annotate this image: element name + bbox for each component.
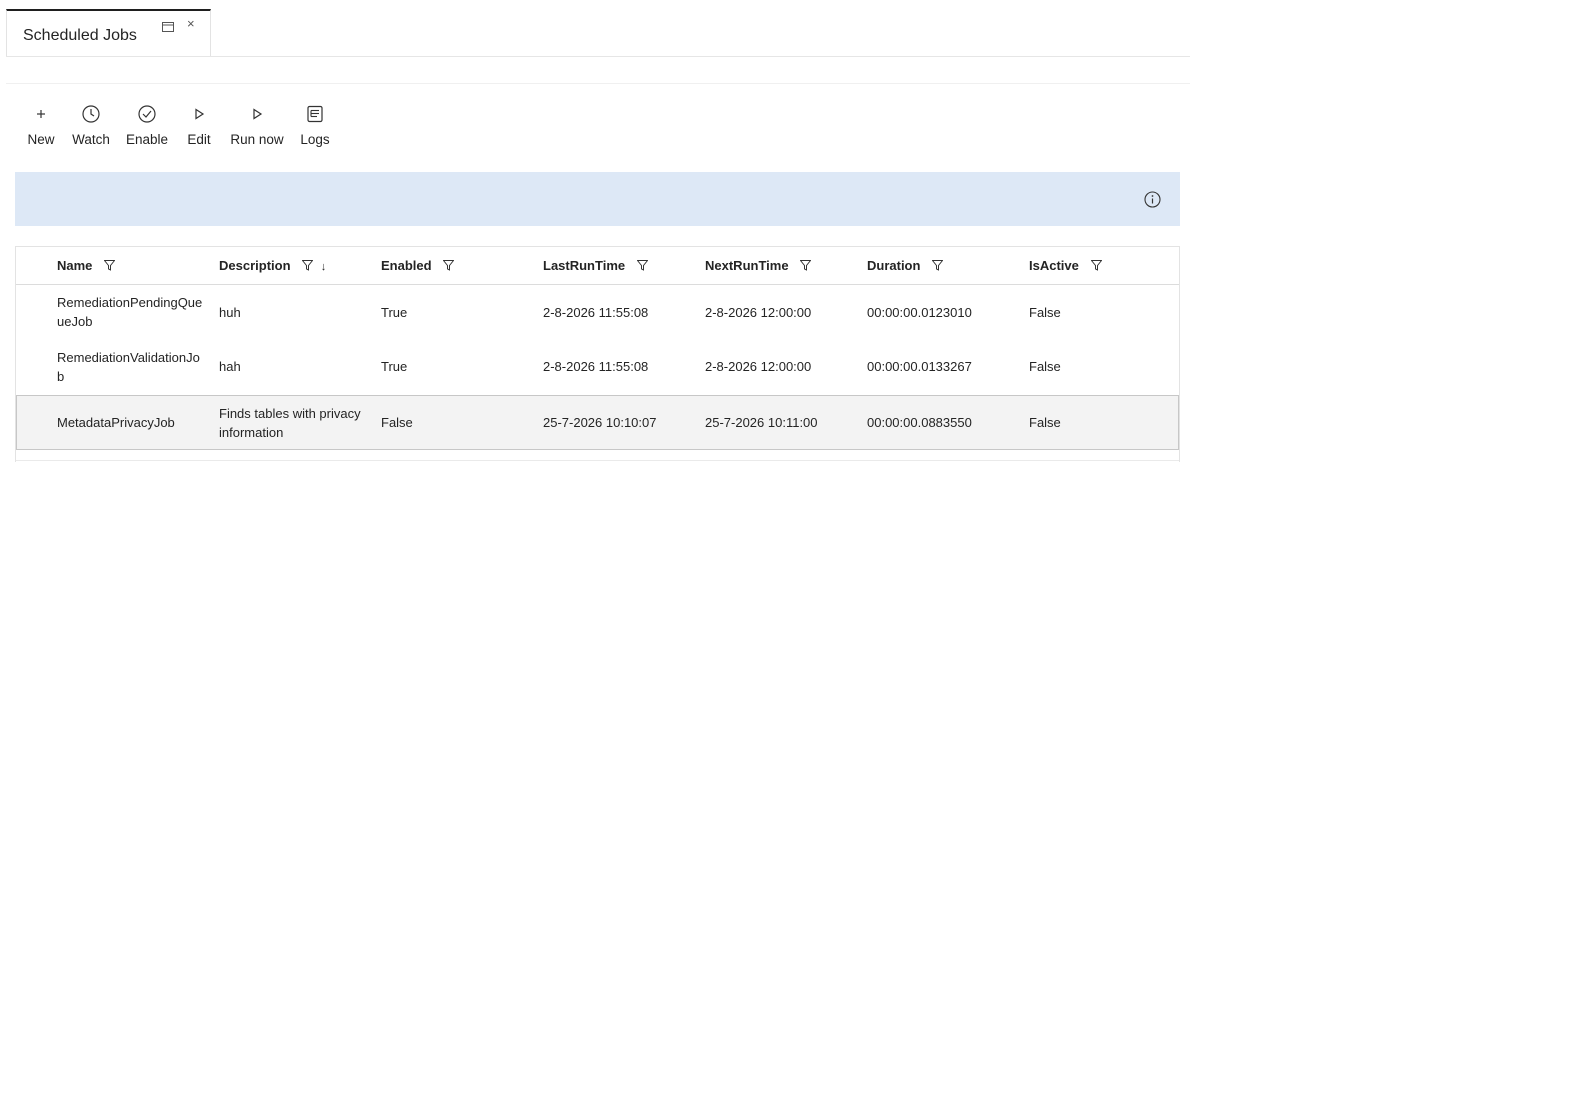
enable-button[interactable]: Enable — [125, 100, 169, 155]
cell-isactive: False — [1029, 359, 1061, 374]
column-header-label: Enabled — [381, 258, 432, 273]
cell-lastruntime: 2-8-2026 11:55:08 — [543, 359, 649, 374]
new-button[interactable]: New — [20, 100, 62, 155]
filter-icon[interactable] — [636, 259, 649, 271]
column-header-duration[interactable]: Duration — [867, 258, 944, 273]
cell-nextruntime: 2-8-2026 12:00:00 — [705, 359, 812, 374]
cell-nextruntime: 2-8-2026 12:00:00 — [705, 305, 812, 320]
enable-button-label: Enable — [125, 132, 169, 147]
column-header-enabled[interactable]: Enabled — [381, 258, 455, 273]
watch-button-label: Watch — [72, 132, 110, 147]
logs-button[interactable]: Logs — [297, 100, 333, 155]
cell-isactive: False — [1029, 415, 1061, 430]
tab-strip: Scheduled Jobs × — [6, 9, 1190, 57]
cell-lastruntime: 25-7-2026 10:10:07 — [543, 415, 657, 430]
logs-button-label: Logs — [300, 132, 330, 147]
cell-description: Finds tables with privacy information — [219, 406, 361, 440]
restore-window-icon[interactable] — [162, 19, 174, 32]
cell-duration: 00:00:00.0133267 — [867, 359, 972, 374]
edit-button-label: Edit — [187, 132, 211, 147]
table-row[interactable]: RemediationPendingQue ueJob huh True 2-8… — [16, 285, 1179, 340]
cell-name: MetadataPrivacyJob — [57, 415, 175, 430]
filter-icon[interactable] — [442, 259, 455, 271]
column-header-isactive[interactable]: IsActive — [1029, 258, 1103, 273]
close-icon[interactable]: × — [187, 16, 195, 32]
clock-icon — [81, 104, 101, 124]
cell-duration: 00:00:00.0123010 — [867, 305, 972, 320]
tab-title: Scheduled Jobs — [23, 27, 137, 44]
filter-icon[interactable] — [1089, 259, 1103, 271]
column-header-lastruntime[interactable]: LastRunTime — [543, 258, 649, 273]
play-icon — [247, 104, 267, 124]
tab-scheduled-jobs[interactable]: Scheduled Jobs × — [6, 9, 211, 56]
edit-button[interactable]: Edit — [183, 100, 215, 155]
cell-nextruntime: 25-7-2026 10:11:00 — [705, 415, 818, 430]
table-row-selected[interactable]: MetadataPrivacyJob Finds tables with pri… — [16, 395, 1179, 450]
plus-icon — [31, 104, 51, 124]
cell-description: huh — [219, 305, 241, 320]
info-icon[interactable] — [1144, 191, 1161, 208]
run-now-button[interactable]: Run now — [229, 100, 285, 155]
cell-name: RemediationPendingQue ueJob — [57, 295, 203, 329]
check-circle-icon — [137, 104, 157, 124]
column-header-name[interactable]: Name — [57, 258, 116, 273]
column-header-label: Duration — [867, 258, 921, 273]
divider — [6, 83, 1190, 84]
column-header-label: NextRunTime — [705, 258, 789, 273]
filter-icon[interactable] — [931, 259, 944, 271]
cell-enabled: True — [381, 359, 408, 374]
column-header-nextruntime[interactable]: NextRunTime — [705, 258, 812, 273]
column-header-label: Name — [57, 258, 93, 273]
column-header-description[interactable]: Description ↓ — [219, 258, 326, 273]
cell-enabled: True — [381, 305, 408, 320]
cell-isactive: False — [1029, 305, 1061, 320]
column-header-label: Description — [219, 258, 291, 273]
run-now-button-label: Run now — [230, 132, 284, 147]
filter-icon[interactable] — [103, 259, 116, 271]
play-icon — [189, 104, 209, 124]
grid-header: Name Description ↓ Enabled LastRunTime N… — [16, 247, 1179, 285]
filter-icon[interactable] — [301, 259, 314, 271]
filter-icon[interactable] — [799, 259, 812, 271]
log-document-icon — [305, 104, 325, 124]
jobs-grid: Name Description ↓ Enabled LastRunTime N… — [15, 246, 1180, 462]
new-button-label: New — [27, 132, 55, 147]
cell-name: RemediationValidationJo b — [57, 350, 200, 384]
cell-lastruntime: 2-8-2026 11:55:08 — [543, 305, 649, 320]
cell-enabled: False — [381, 415, 413, 430]
info-banner — [15, 172, 1180, 226]
watch-button[interactable]: Watch — [70, 100, 112, 155]
column-header-label: IsActive — [1029, 258, 1079, 273]
sort-descending-icon[interactable]: ↓ — [321, 261, 327, 273]
cell-description: hah — [219, 359, 241, 374]
cell-duration: 00:00:00.0883550 — [867, 415, 972, 430]
grid-bottom-divider — [16, 460, 1179, 461]
table-row[interactable]: RemediationValidationJo b hah True 2-8-2… — [16, 340, 1179, 395]
column-header-label: LastRunTime — [543, 258, 626, 273]
